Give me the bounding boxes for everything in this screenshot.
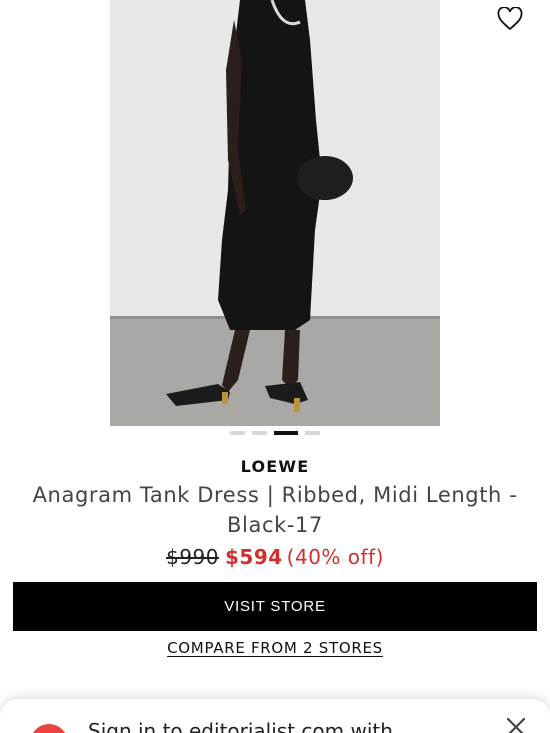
compare-stores-container: COMPARE FROM 2 STORES: [0, 639, 550, 657]
original-price: $990: [166, 545, 219, 569]
carousel-dot[interactable]: [305, 431, 320, 435]
carousel-indicator: [0, 430, 550, 436]
compare-stores-link[interactable]: COMPARE FROM 2 STORES: [167, 639, 383, 657]
product-photo: [110, 0, 440, 426]
product-name: Anagram Tank Dress | Ribbed, Midi Length…: [32, 483, 518, 537]
price-row: $990 $594 (40% off): [0, 545, 550, 569]
signin-banner: Sign in to editorialist.com with: [0, 699, 550, 733]
brand-name[interactable]: LOEWE: [0, 457, 550, 476]
carousel-dot[interactable]: [230, 431, 245, 435]
carousel-dot[interactable]: [252, 431, 267, 435]
close-icon: [506, 717, 526, 733]
signin-text: Sign in to editorialist.com with: [88, 719, 393, 733]
carousel-dot-active[interactable]: [274, 431, 298, 435]
sale-price: $594: [225, 545, 283, 569]
wishlist-button[interactable]: [494, 4, 526, 34]
close-button[interactable]: [504, 715, 528, 733]
visit-store-button[interactable]: VISIT STORE: [13, 582, 537, 631]
google-logo-icon: [30, 724, 68, 733]
discount-label: (40% off): [286, 545, 384, 569]
heart-icon: [497, 7, 523, 31]
product-image[interactable]: [110, 0, 440, 426]
